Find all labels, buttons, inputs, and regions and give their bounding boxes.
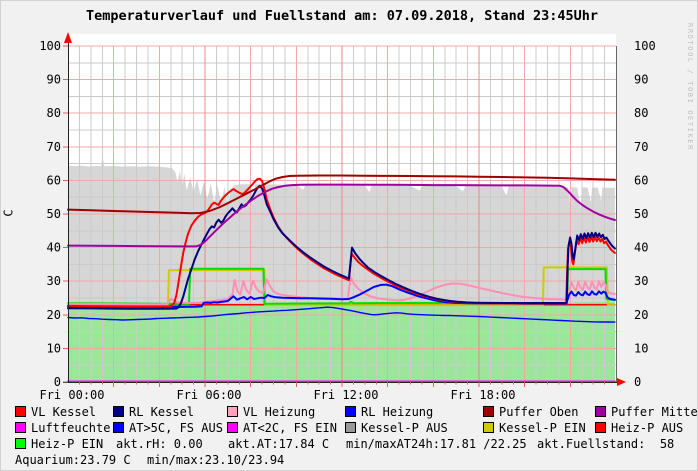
legend-swatch	[483, 406, 494, 417]
legend-item-luftfeuchte: Luftfeuchte	[15, 422, 110, 435]
y-tick-label-left: 30	[47, 274, 61, 288]
y-tick-label-left: 80	[47, 106, 61, 120]
legend-swatch	[595, 422, 606, 433]
y-tick-label-left: 50	[47, 207, 61, 221]
y-tick-label-right: 0	[634, 375, 641, 389]
legend-swatch	[15, 438, 26, 449]
x-axis-arrow	[617, 378, 626, 386]
legend-swatch	[113, 422, 124, 433]
legend-swatch	[227, 422, 238, 433]
y-tick-label-left: 60	[47, 173, 61, 187]
x-tick-label: Fri 12:00	[313, 388, 378, 402]
legend-item-puffer-oben: Puffer Oben	[483, 406, 578, 419]
legend-item-vl-heizung: VL Heizung	[227, 406, 315, 419]
stat-text: akt.AT:17.84 C	[228, 438, 329, 451]
legend-label: AT>5C, FS AUS	[129, 421, 223, 435]
x-tick-label: Fri 18:00	[450, 388, 515, 402]
y-tick-label-left: 90	[47, 73, 61, 87]
y-tick-label-right: 10	[634, 341, 648, 355]
chart-canvas: 0 0 10 10 20 20 30 30 40 40 50 50 60 60 70 70 80 80 90 90 10…	[1, 1, 698, 471]
legend-swatch	[15, 406, 26, 417]
legend-swatch	[113, 406, 124, 417]
legend-item-rl-kessel: RL Kessel	[113, 406, 194, 419]
y-tick-label-right: 70	[634, 140, 648, 154]
stat-text: akt.Fuellstand: 58	[537, 438, 674, 451]
legend-item-at-2c-fs-ein: AT<2C, FS EIN	[227, 422, 337, 435]
rrd-graph-window: Temperaturverlauf und Fuellstand am: 07.…	[0, 0, 698, 471]
legend-label: VL Kessel	[31, 405, 96, 419]
y-tick-label-right: 60	[634, 173, 648, 187]
legend-label: Heiz-P EIN	[31, 437, 103, 451]
legend-label: Heiz-P AUS	[611, 421, 683, 435]
legend-item-rl-heizung: RL Heizung	[345, 406, 433, 419]
legend-swatch	[595, 406, 606, 417]
legend-label: Luftfeuchte	[31, 421, 110, 435]
legend-item-kessel-p-ein: Kessel-P EIN	[483, 422, 586, 435]
legend-label: Kessel-P AUS	[361, 421, 448, 435]
y-tick-label-right: 90	[634, 73, 648, 87]
y-tick-label-right: 100	[634, 39, 656, 53]
legend-item-kessel-p-aus: Kessel-P AUS	[345, 422, 448, 435]
legend-item-at-5c-fs-aus: AT>5C, FS AUS	[113, 422, 223, 435]
legend-swatch	[227, 406, 238, 417]
stat-text: min/max:23.10/23.94	[147, 454, 284, 467]
legend-item-vl-kessel: VL Kessel	[15, 406, 96, 419]
stat-text: min/maxAT24h:17.81 /22.25	[346, 438, 527, 451]
y-tick-label-right: 20	[634, 308, 648, 322]
legend-label: AT<2C, FS EIN	[243, 421, 337, 435]
legend-label: Kessel-P EIN	[499, 421, 586, 435]
legend-swatch	[345, 422, 356, 433]
y-tick-label-left: 0	[54, 375, 61, 389]
legend-label: Puffer Mitte	[611, 405, 698, 419]
legend-item-heiz-p-aus: Heiz-P AUS	[595, 422, 683, 435]
legend-label: RL Kessel	[129, 405, 194, 419]
legend-swatch	[345, 406, 356, 417]
legend-swatch	[15, 422, 26, 433]
legend-label: VL Heizung	[243, 405, 315, 419]
legend-label: Puffer Oben	[499, 405, 578, 419]
legend-item-heiz-p-ein: Heiz-P EIN	[15, 438, 103, 451]
y-tick-label-right: 80	[634, 106, 648, 120]
y-tick-label-right: 40	[634, 241, 648, 255]
y-tick-label-left: 20	[47, 308, 61, 322]
legend-item-puffer-mitte: Puffer Mitte	[595, 406, 698, 419]
x-tick-label: Fri 06:00	[176, 388, 241, 402]
legend-swatch	[483, 422, 494, 433]
stat-text: akt.rH: 0.00	[116, 438, 203, 451]
y-tick-label-left: 10	[47, 341, 61, 355]
stat-text: Aquarium:23.79 C	[15, 454, 131, 467]
legend-label: RL Heizung	[361, 405, 433, 419]
y-tick-label-right: 50	[634, 207, 648, 221]
x-tick-label: Fri 00:00	[39, 388, 104, 402]
y-tick-label-left: 70	[47, 140, 61, 154]
series-area-aquarium	[68, 302, 615, 382]
y-tick-label-left: 100	[39, 39, 61, 53]
y-tick-label-left: 40	[47, 241, 61, 255]
y-tick-label-right: 30	[634, 274, 648, 288]
